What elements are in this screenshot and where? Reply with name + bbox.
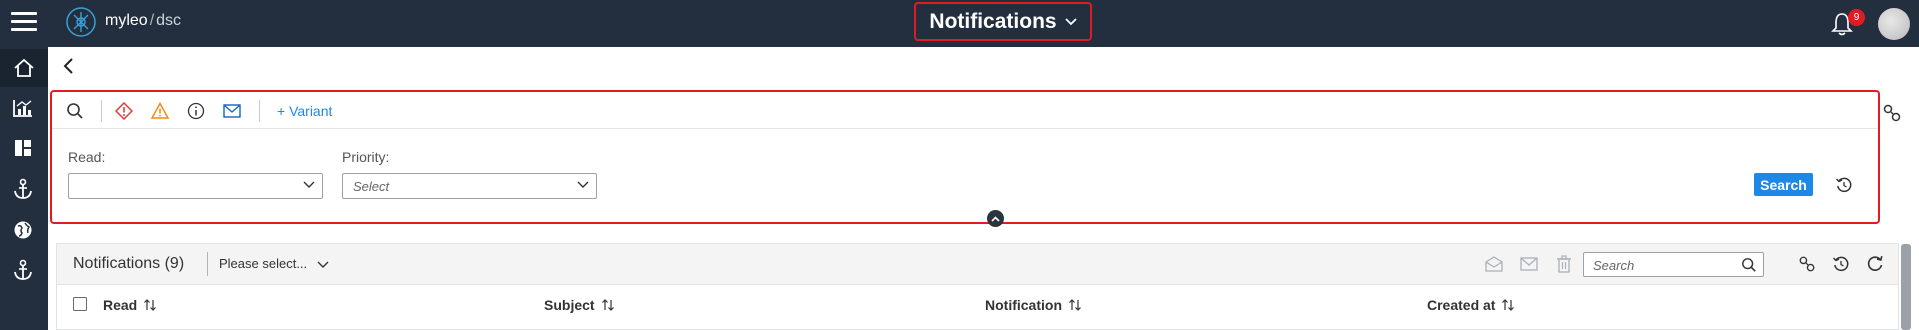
- table-search-input[interactable]: Search: [1583, 252, 1764, 277]
- logo-icon[interactable]: [64, 5, 98, 39]
- table-settings-button[interactable]: [1797, 254, 1817, 274]
- select-all-checkbox[interactable]: [73, 297, 87, 311]
- info-filter-button[interactable]: [186, 101, 206, 121]
- error-filter-button[interactable]: [114, 101, 134, 121]
- chevron-down-icon: [1064, 17, 1077, 25]
- chevron-up-icon: [991, 215, 1000, 222]
- sort-icon: [144, 299, 157, 311]
- column-header-notification[interactable]: Notification: [985, 297, 1082, 313]
- info-icon: [187, 102, 205, 120]
- toolbar-divider: [101, 100, 102, 122]
- filter-panel: + Variant Read: Priority: Select Search: [50, 90, 1880, 224]
- chevron-down-icon: [317, 261, 329, 268]
- mail-icon: [1520, 257, 1538, 271]
- page-title: Notifications: [929, 9, 1057, 33]
- page-title-dropdown[interactable]: Notifications: [914, 2, 1092, 41]
- warning-icon: [151, 102, 169, 119]
- scrollbar[interactable]: [1901, 244, 1911, 330]
- notification-badge: 9: [1848, 9, 1865, 26]
- warning-filter-button[interactable]: [150, 101, 170, 121]
- settings-icon: [1799, 256, 1815, 272]
- reset-icon[interactable]: [1835, 176, 1853, 194]
- variant-select[interactable]: Please select...: [219, 256, 329, 271]
- search-button[interactable]: Search: [1754, 173, 1813, 196]
- search-filter-button[interactable]: [65, 101, 85, 121]
- sort-icon: [1502, 299, 1515, 311]
- mark-unread-button[interactable]: [1519, 254, 1539, 274]
- read-select[interactable]: [68, 173, 323, 199]
- mail-open-icon: [1485, 256, 1503, 272]
- mail-icon: [223, 104, 241, 118]
- top-bar: myleo / dsc Notifications 9: [0, 0, 1919, 47]
- read-label: Read:: [68, 149, 106, 165]
- refresh-icon: [1867, 255, 1883, 271]
- filter-toolbar: + Variant: [52, 92, 1878, 129]
- delete-button[interactable]: [1554, 254, 1574, 274]
- toolbar-divider: [259, 100, 260, 122]
- table-title: Notifications (9): [73, 255, 185, 272]
- chevron-left-icon[interactable]: [60, 57, 78, 75]
- sort-icon: [601, 299, 614, 311]
- mark-read-button[interactable]: [1484, 254, 1504, 274]
- column-header-row: Read Subject Notification Created at: [57, 286, 1898, 324]
- home-icon: [14, 58, 34, 77]
- sidebar-item-chart[interactable]: [10, 95, 36, 121]
- chart-icon: [13, 100, 32, 117]
- search-icon: [1742, 258, 1756, 272]
- history-button[interactable]: [1831, 254, 1851, 274]
- sidebar-item-anchor-2[interactable]: [10, 257, 36, 283]
- brand-name[interactable]: myleo / dsc: [105, 12, 181, 30]
- globe-icon: [14, 221, 32, 239]
- column-header-created-at[interactable]: Created at: [1427, 297, 1515, 313]
- collapse-filter-button[interactable]: [987, 210, 1004, 227]
- priority-label: Priority:: [342, 149, 390, 165]
- error-icon: [115, 102, 133, 120]
- add-variant-button[interactable]: + Variant: [277, 103, 332, 119]
- table-header: Notifications (9) Please select... Searc…: [57, 244, 1898, 285]
- sidebar: [0, 47, 48, 330]
- sidebar-item-dashboard[interactable]: [10, 135, 36, 161]
- sidebar-item-anchor[interactable]: [10, 176, 36, 202]
- priority-select[interactable]: Select: [342, 173, 597, 199]
- header-divider: [207, 252, 208, 276]
- search-icon: [67, 103, 83, 119]
- notifications-table: Notifications (9) Please select... Searc…: [56, 243, 1899, 330]
- anchor-icon: [14, 178, 32, 199]
- dashboard-icon: [15, 140, 31, 156]
- refresh-button[interactable]: [1865, 254, 1885, 274]
- sidebar-item-home[interactable]: [0, 49, 48, 87]
- column-header-read[interactable]: Read: [103, 297, 157, 313]
- mail-filter-button[interactable]: [222, 101, 242, 121]
- sort-icon: [1069, 299, 1081, 311]
- avatar[interactable]: [1878, 8, 1910, 40]
- settings-icon[interactable]: [1882, 103, 1902, 123]
- chevron-down-icon: [577, 181, 589, 188]
- column-header-subject[interactable]: Subject: [544, 297, 615, 313]
- chevron-down-icon: [303, 181, 315, 188]
- anchor-icon: [14, 259, 32, 280]
- trash-icon: [1557, 255, 1571, 273]
- hamburger-icon[interactable]: [11, 12, 37, 32]
- sidebar-item-globe[interactable]: [10, 217, 36, 243]
- history-icon: [1832, 256, 1849, 272]
